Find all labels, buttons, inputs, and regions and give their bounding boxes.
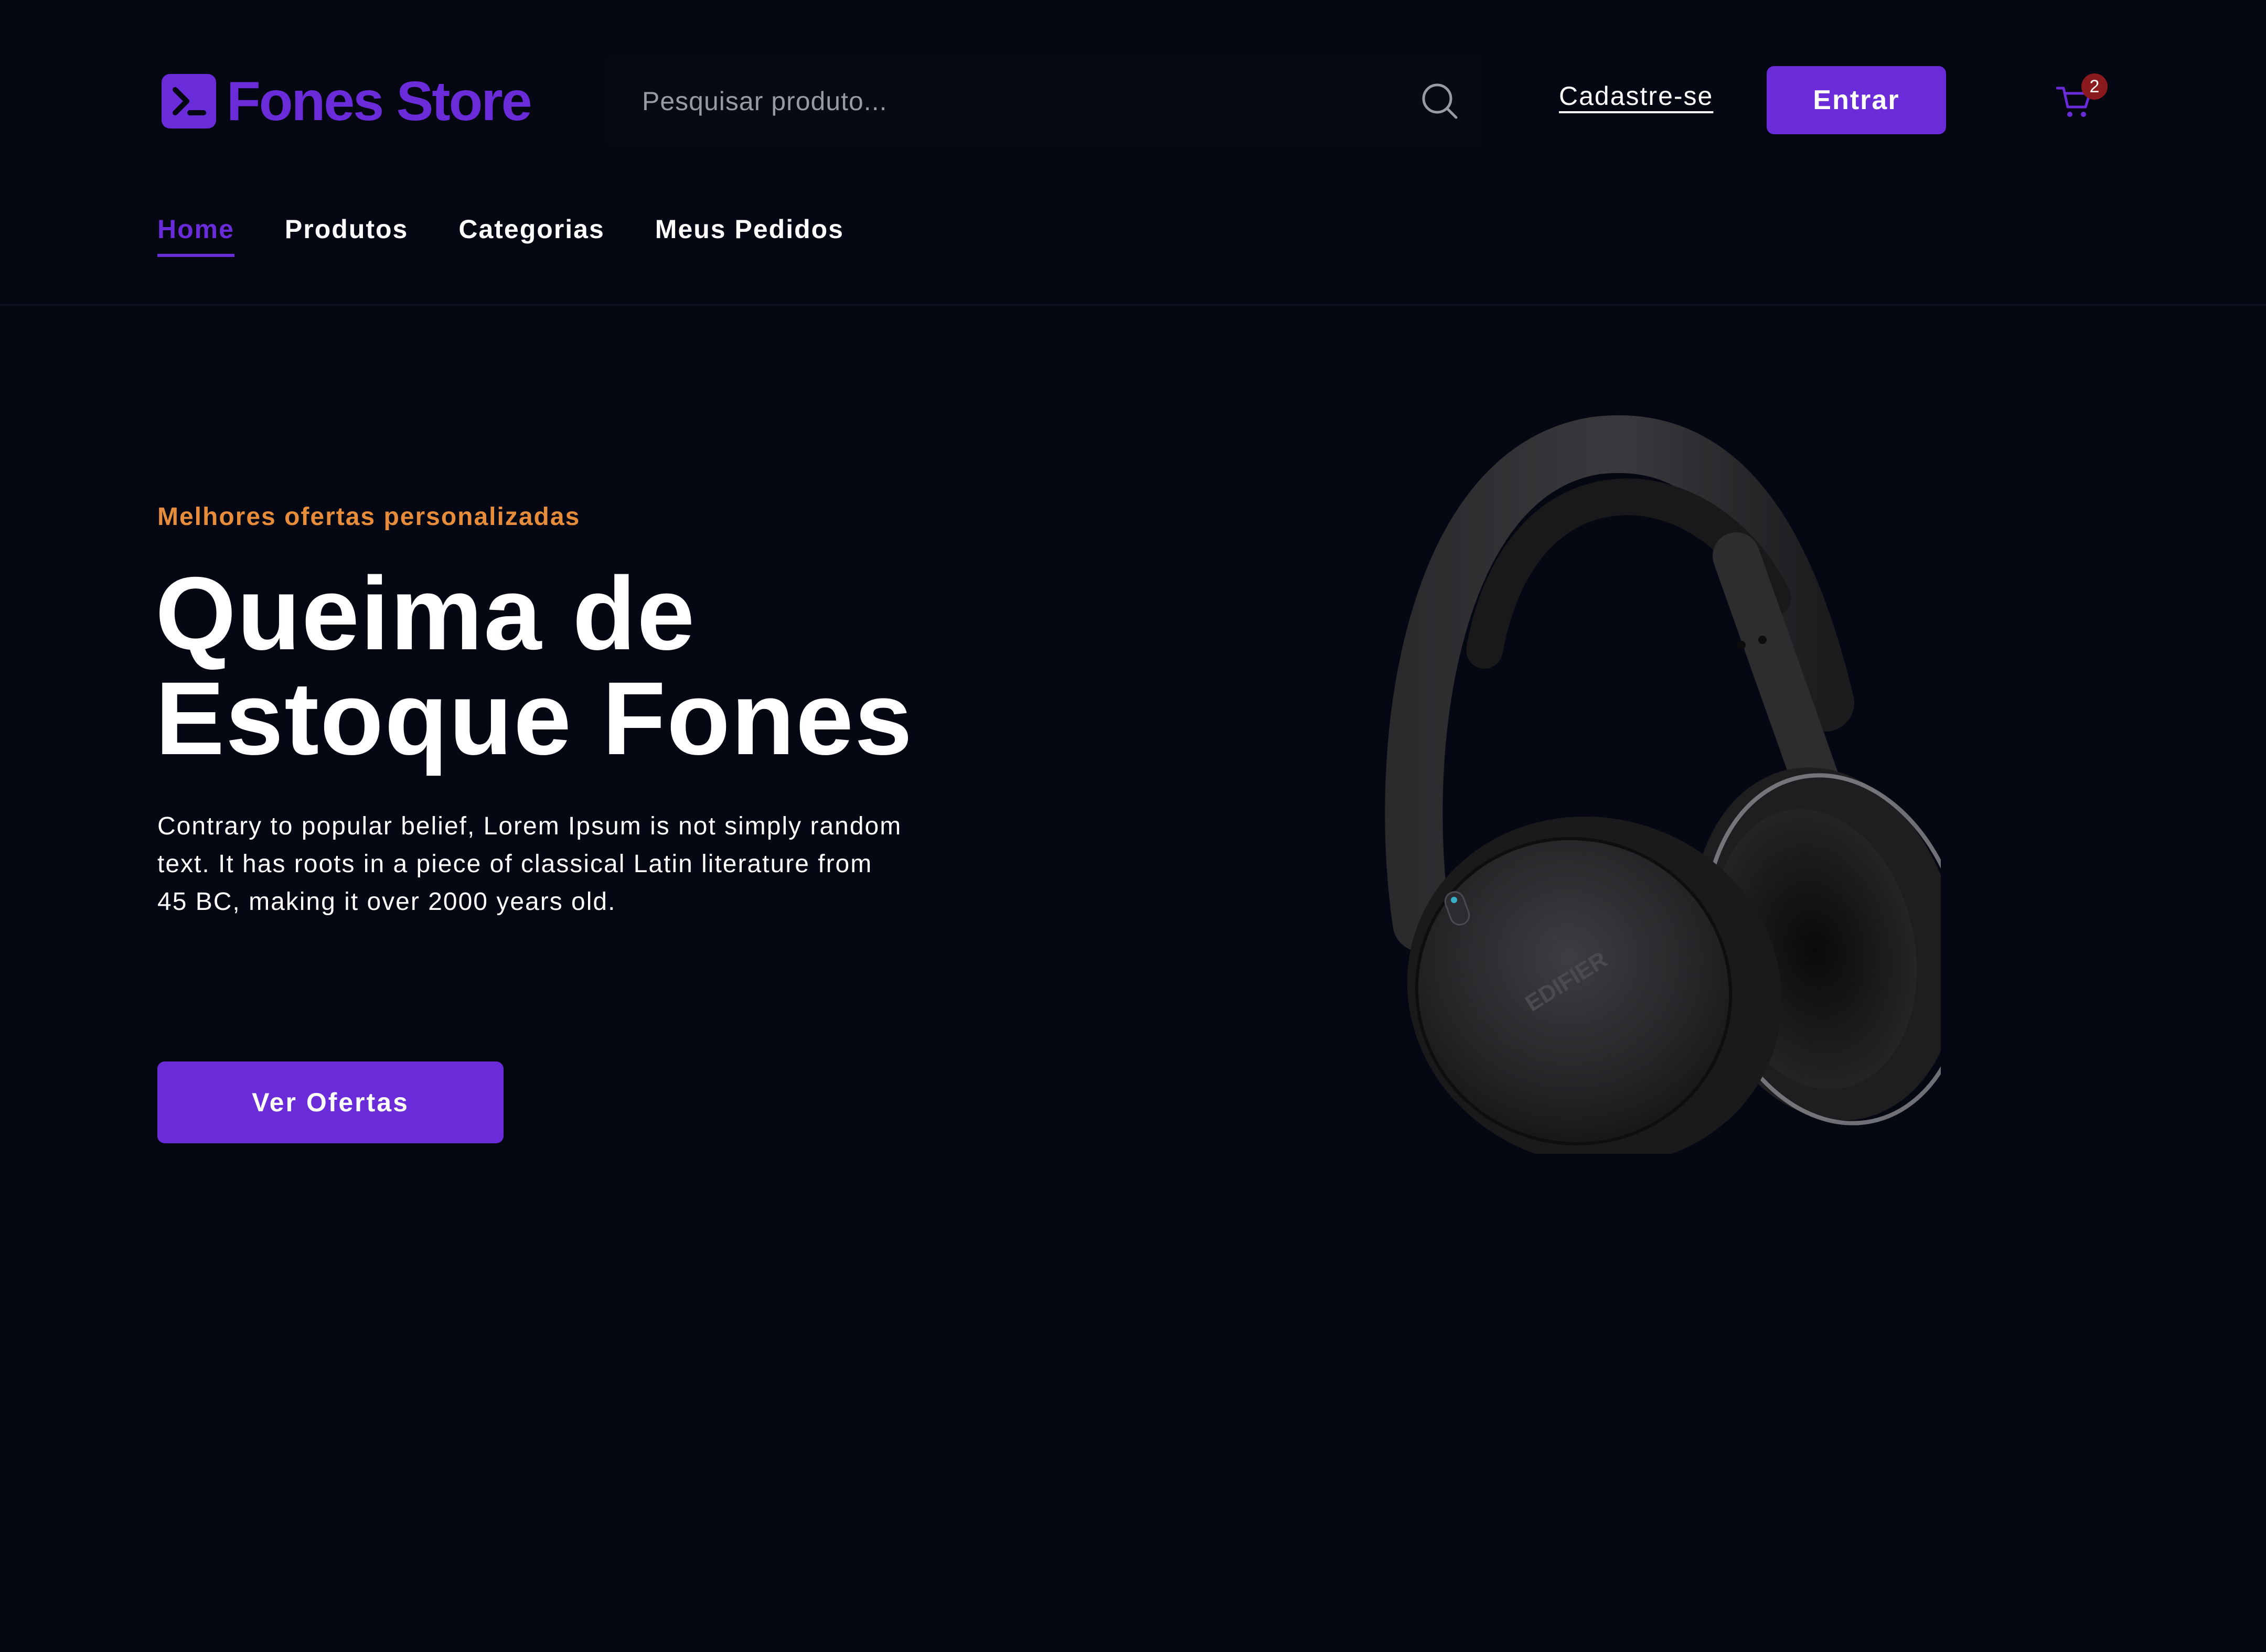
signup-link[interactable]: Cadastre-se [1559, 81, 1713, 111]
nav-item-home[interactable]: Home [157, 214, 234, 257]
cart-button[interactable]: 2 [2055, 73, 2113, 126]
hero-title-line-1: Queima de [155, 555, 696, 671]
view-offers-button[interactable]: Ver Ofertas [157, 1061, 504, 1143]
brand-logo[interactable]: Fones Store [162, 70, 532, 132]
hero-title: Queima de Estoque Fones [155, 561, 1047, 771]
hero-title-line-2: Estoque Fones [155, 660, 914, 776]
cart-count-badge: 2 [2081, 73, 2108, 100]
terminal-prompt-icon [162, 74, 216, 128]
search-icon[interactable] [1419, 81, 1459, 121]
main-nav: Home Produtos Categorias Meus Pedidos [157, 214, 844, 257]
search-bar [606, 57, 1482, 145]
site-header: Fones Store Cadastre-se Entrar 2 Home Pr… [0, 0, 2266, 306]
hero-description: Contrary to popular belief, Lorem Ipsum … [157, 812, 902, 916]
headphones-product-image: EDIFIER [1385, 415, 1941, 1154]
hero-eyebrow: Melhores ofertas personalizadas [157, 503, 581, 531]
login-button[interactable]: Entrar [1767, 66, 1946, 134]
nav-item-categorias[interactable]: Categorias [458, 214, 604, 257]
nav-item-meus-pedidos[interactable]: Meus Pedidos [655, 214, 844, 257]
nav-item-produtos[interactable]: Produtos [285, 214, 408, 257]
brand-name: Fones Store [227, 70, 532, 132]
search-input[interactable] [641, 74, 1367, 128]
